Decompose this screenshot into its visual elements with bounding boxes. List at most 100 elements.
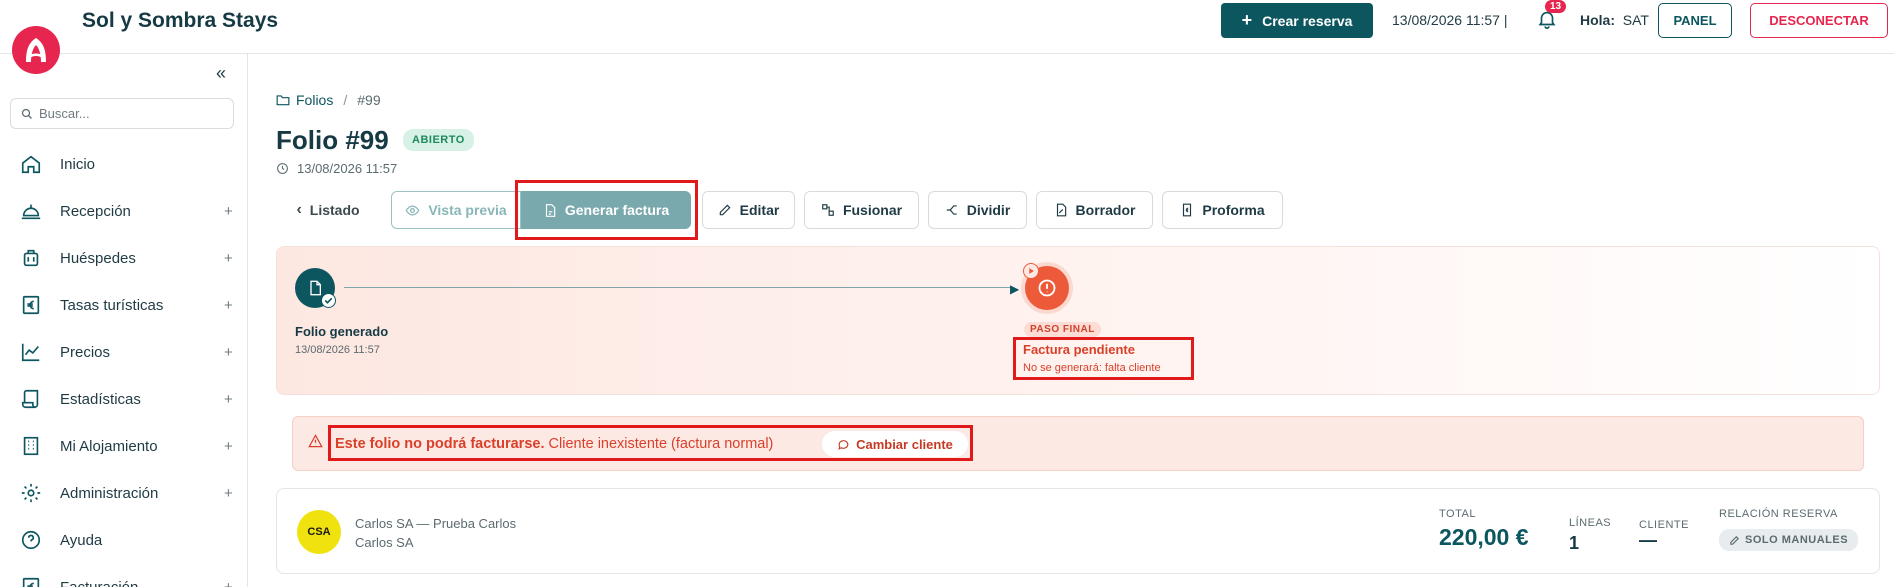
split-label: Dividir [966,202,1011,218]
plus-icon: + [1241,10,1253,30]
proforma-doc-icon [1183,203,1192,217]
sidebar-item-recepcion[interactable]: Recepción + [0,191,248,231]
expand-plus-icon[interactable]: + [224,485,233,502]
step1-label: Folio generado [295,324,389,339]
split-button[interactable]: Dividir [928,191,1027,229]
expand-plus-icon[interactable]: + [224,344,233,361]
chevron-left-icon: ‹ [296,201,302,218]
sidebar-item-tasas[interactable]: Tasas turísticas + [0,285,248,325]
collapse-sidebar-icon[interactable]: « [216,63,226,84]
logout-button[interactable]: DESCONECTAR [1750,3,1888,38]
back-to-list-button[interactable]: ‹ Listado [282,191,374,229]
draft-button[interactable]: Borrador [1036,191,1153,229]
panel-button[interactable]: PANEL [1658,3,1732,38]
relation-value: SOLO MANUALES [1745,534,1849,546]
step2-label: Factura pendiente [1023,342,1135,357]
total-value: 220,00 € [1439,524,1529,550]
expand-plus-icon[interactable]: + [224,579,233,587]
sidebar-search[interactable] [10,98,234,129]
draft-label: Borrador [1075,202,1136,218]
scroll-icon [21,389,39,409]
timeline-connector [344,287,1014,288]
client-name: Carlos SA — Prueba Carlos [355,516,517,531]
change-client-button[interactable]: Cambiar cliente [822,431,968,457]
euro-icon [22,577,40,587]
sidebar-item-inicio[interactable]: Inicio [0,144,248,184]
brand-logo[interactable] [12,26,60,74]
create-reservation-button[interactable]: + Crear reserva [1221,3,1373,38]
alert-message: Este folio no podrá facturarse. Cliente … [335,436,773,452]
step2-sublabel: No se generará: falta cliente [1023,362,1161,374]
edit-button[interactable]: Editar [702,191,795,229]
user-name: SAT [1622,12,1649,28]
sidebar: « Inicio Recepción + Huéspedes + Tasas t… [0,54,248,587]
header-datetime: 13/08/2026 11:57 | [1392,12,1508,28]
expand-plus-icon[interactable]: + [224,438,233,455]
create-reservation-label: Crear reserva [1262,12,1353,29]
total-label: TOTAL [1439,508,1476,520]
warning-triangle-icon [308,434,323,448]
invoice-icon [545,203,556,217]
client-value: — [1639,530,1657,550]
expand-plus-icon[interactable]: + [224,250,233,267]
edit-label: Editar [739,202,780,218]
sidebar-item-ayuda[interactable]: Ayuda [0,520,248,560]
listado-label: Listado [309,202,360,218]
sidebar-item-label: Estadísticas [60,390,141,408]
breadcrumb-folios-link[interactable]: Folios [296,92,333,108]
sidebar-item-huespedes[interactable]: Huéspedes + [0,238,248,278]
brand-logo-icon [26,38,46,62]
merge-button[interactable]: Fusionar [804,191,919,229]
change-client-label: Cambiar cliente [856,436,953,452]
sidebar-item-label: Precios [60,343,111,361]
alert-detail-text: Cliente inexistente (factura normal) [548,436,774,452]
generate-invoice-label: Generar factura [564,202,670,218]
gear-icon [21,483,41,503]
help-icon [21,530,41,550]
play-icon [1023,263,1039,279]
split-icon [946,205,957,215]
client-subname: Carlos SA [355,535,414,550]
sidebar-item-label: Administración [60,484,159,502]
check-icon [321,293,336,308]
search-icon [21,108,32,119]
app-title: Sol y Sombra Stays [82,9,279,32]
avatar: CSA [297,510,341,554]
sidebar-item-estadisticas[interactable]: Estadísticas + [0,379,248,419]
preview-label: Vista previa [428,202,507,218]
chart-line-icon [21,343,40,362]
final-step-badge: PASO FINAL [1024,322,1101,337]
clock-icon [277,163,288,174]
eye-icon [405,204,420,216]
breadcrumb-separator: / [343,92,348,108]
user-greeting: Hola: SAT [1580,12,1649,28]
preview-button[interactable]: Vista previa [391,191,521,229]
pencil-icon [1730,535,1739,545]
search-input[interactable] [39,106,219,121]
merge-icon [822,204,834,216]
sidebar-item-precios[interactable]: Precios + [0,332,248,372]
generate-invoice-button[interactable]: Generar factura [521,191,691,229]
sidebar-item-facturacion[interactable]: Facturación + [0,567,248,587]
notification-count-badge: 13 [1545,0,1567,13]
proforma-label: Proforma [1202,202,1265,218]
alert-circle-icon [1038,279,1056,297]
sidebar-item-alojamiento[interactable]: Mi Alojamiento + [0,426,248,466]
home-icon [21,155,41,174]
arrow-right-icon: ▶ [1010,282,1020,296]
folio-date-text: 13/08/2026 11:57 [297,161,398,176]
page-title: Folio #99 [276,125,389,155]
document-icon [310,280,321,296]
lines-value: 1 [1569,533,1580,553]
bell-desk-icon [21,204,41,220]
sidebar-item-label: Facturación [60,578,139,587]
sidebar-item-label: Recepción [60,202,131,220]
expand-plus-icon[interactable]: + [224,203,233,220]
proforma-button[interactable]: Proforma [1162,191,1283,229]
expand-plus-icon[interactable]: + [224,297,233,314]
folio-date: 13/08/2026 11:57 [276,161,397,176]
top-bar: Sol y Sombra Stays + Crear reserva 13/08… [0,0,1894,54]
step1-date: 13/08/2026 11:57 [295,344,380,356]
expand-plus-icon[interactable]: + [224,391,233,408]
sidebar-item-administracion[interactable]: Administración + [0,473,248,513]
